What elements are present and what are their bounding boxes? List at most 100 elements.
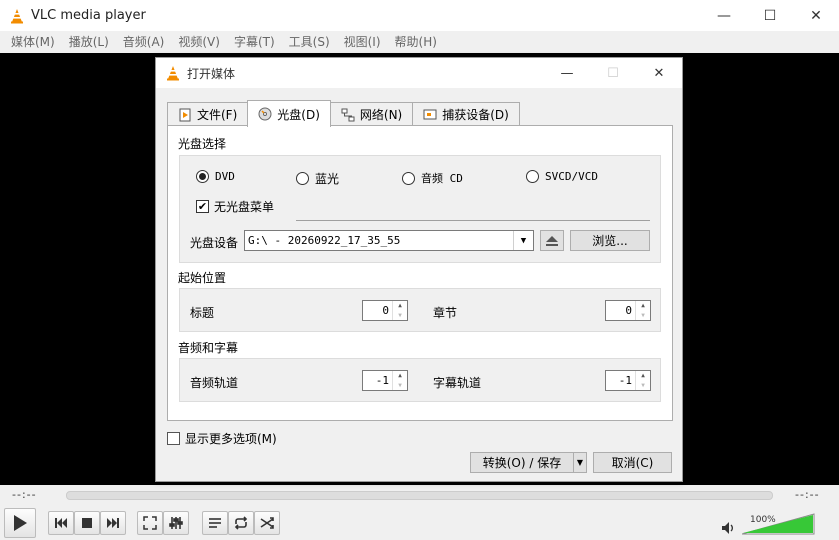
radio-audio-cd[interactable]: 音频 CD <box>402 170 463 186</box>
start-position-group: 标题 0 ▲ ▼ 章节 0 ▲ ▼ <box>179 288 661 332</box>
elapsed-time[interactable]: --:-- <box>12 488 37 501</box>
show-more-options-checkbox[interactable]: 显示更多选项(M) <box>167 430 277 447</box>
control-row: 100% <box>0 506 839 540</box>
audio-track-spinbox[interactable]: -1 ▲ ▼ <box>362 370 408 391</box>
separator <box>296 220 650 221</box>
subtitle-track-label: 字幕轨道 <box>433 376 482 390</box>
dialog-maximize-button: ☐ <box>607 65 619 81</box>
convert-dropdown-button[interactable]: ▼ <box>573 452 587 473</box>
dialog-close-button[interactable]: ✕ <box>636 58 682 88</box>
dialog-minimize-button[interactable]: — <box>544 58 590 88</box>
audio-track-label: 音频轨道 <box>190 376 239 390</box>
seek-slider[interactable] <box>66 491 773 500</box>
tab-disc[interactable]: 光盘(D) <box>247 100 331 127</box>
disc-selection-label: 光盘选择 <box>178 137 227 151</box>
playlist-button[interactable] <box>202 511 228 535</box>
loop-icon <box>234 516 248 530</box>
spin-up-icon[interactable]: ▲ <box>636 371 650 381</box>
stop-button[interactable] <box>74 511 100 535</box>
previous-button[interactable] <box>48 511 74 535</box>
start-position-label: 起始位置 <box>178 271 227 285</box>
audio-subtitles-group: 音频轨道 -1 ▲ ▼ 字幕轨道 -1 ▲ ▼ <box>179 358 661 402</box>
menu-video[interactable]: 视频(V) <box>171 31 227 53</box>
minimize-button[interactable]: — <box>701 0 747 31</box>
checkmark-icon: ✔ <box>196 200 209 213</box>
play-icon <box>14 515 27 531</box>
spin-up-icon[interactable]: ▲ <box>393 301 407 311</box>
close-button[interactable]: ✕ <box>793 0 839 31</box>
radio-svcd-vcd[interactable]: SVCD/VCD <box>526 170 598 183</box>
main-titlebar: VLC media player — ☐ ✕ <box>0 0 839 31</box>
next-button[interactable] <box>100 511 126 535</box>
fullscreen-button[interactable] <box>137 511 163 535</box>
disc-device-combo[interactable]: G:\ - 20260922_17_35_55 ▼ <box>244 230 534 251</box>
radio-dvd[interactable]: DVD <box>196 170 235 183</box>
title-value: 0 <box>382 304 389 317</box>
tab-network-label: 网络(N) <box>359 108 403 122</box>
tab-file[interactable]: 文件(F) <box>167 102 249 126</box>
chevron-down-icon: ▼ <box>576 458 584 467</box>
eject-button[interactable] <box>540 230 564 251</box>
equalizer-icon <box>169 517 183 529</box>
open-media-dialog: 打开媒体 — ☐ ✕ 文件(F) 光盘(D) 网络(N) 捕获设备(D) 光盘选… <box>155 57 683 482</box>
disc-tab-panel: 光盘选择 DVD 蓝光 音频 CD SVCD/VCD ✔ 无光盘菜单 光盘设备 … <box>167 125 673 421</box>
remaining-time[interactable]: --:-- <box>795 488 820 501</box>
disc-selection-group: DVD 蓝光 音频 CD SVCD/VCD ✔ 无光盘菜单 光盘设备 G:\ -… <box>179 155 661 263</box>
audio-track-value: -1 <box>375 374 389 387</box>
menu-subtitle[interactable]: 字幕(T) <box>227 31 282 53</box>
menu-media[interactable]: 媒体(M) <box>4 31 62 53</box>
disc-icon <box>258 107 272 121</box>
spin-down-icon: ▼ <box>398 311 402 319</box>
menu-playback[interactable]: 播放(L) <box>62 31 116 53</box>
previous-icon <box>55 518 67 528</box>
chevron-down-icon[interactable]: ▼ <box>513 231 533 250</box>
next-icon <box>107 518 119 528</box>
audio-subtitles-label: 音频和字幕 <box>178 341 239 355</box>
vlc-cone-icon <box>11 8 23 23</box>
volume-slider[interactable] <box>742 513 816 535</box>
tab-capture-device-label: 捕获设备(D) <box>442 108 509 122</box>
menu-tools[interactable]: 工具(S) <box>282 31 337 53</box>
window-title: VLC media player <box>31 8 146 23</box>
fullscreen-icon <box>143 516 157 530</box>
speaker-icon[interactable] <box>720 520 736 536</box>
file-icon <box>179 108 191 121</box>
chapter-spinbox[interactable]: 0 ▲ ▼ <box>605 300 651 321</box>
no-disc-menu-checkbox[interactable]: ✔ 无光盘菜单 <box>196 198 274 215</box>
network-icon <box>341 108 355 121</box>
convert-save-button[interactable]: 转换(O) / 保存 <box>470 452 574 473</box>
radio-audio-cd-label: 音频 CD <box>421 172 463 185</box>
radio-dvd-label: DVD <box>215 170 235 183</box>
title-spinbox[interactable]: 0 ▲ ▼ <box>362 300 408 321</box>
title-label: 标题 <box>190 306 215 320</box>
menu-help[interactable]: 帮助(H) <box>388 31 444 53</box>
spin-up-icon[interactable]: ▲ <box>393 371 407 381</box>
disc-device-label: 光盘设备 <box>190 236 239 250</box>
shuffle-icon <box>260 517 274 529</box>
show-more-options-label: 显示更多选项(M) <box>185 432 277 446</box>
stop-icon <box>82 518 92 528</box>
disc-device-value: G:\ - 20260922_17_35_55 <box>248 234 401 247</box>
dialog-title: 打开媒体 <box>187 66 236 81</box>
tab-network[interactable]: 网络(N) <box>329 102 414 126</box>
browse-button[interactable]: 浏览... <box>570 230 650 251</box>
tab-disc-label: 光盘(D) <box>277 107 320 122</box>
subtitle-track-value: -1 <box>618 374 632 387</box>
dialog-tabs: 文件(F) 光盘(D) 网络(N) 捕获设备(D) <box>167 100 520 127</box>
cancel-button[interactable]: 取消(C) <box>593 452 672 473</box>
shuffle-button[interactable] <box>254 511 280 535</box>
menu-view[interactable]: 视图(I) <box>337 31 388 53</box>
radio-bluray-label: 蓝光 <box>315 172 340 186</box>
menu-audio[interactable]: 音频(A) <box>116 31 172 53</box>
loop-button[interactable] <box>228 511 254 535</box>
tab-capture-device[interactable]: 捕获设备(D) <box>412 102 520 126</box>
spin-up-icon[interactable]: ▲ <box>636 301 650 311</box>
menubar: 媒体(M) 播放(L) 音频(A) 视频(V) 字幕(T) 工具(S) 视图(I… <box>0 31 839 53</box>
radio-bluray[interactable]: 蓝光 <box>296 170 339 187</box>
play-button[interactable] <box>4 508 36 538</box>
extended-settings-button[interactable] <box>163 511 189 535</box>
radio-svcd-vcd-label: SVCD/VCD <box>545 170 598 183</box>
subtitle-track-spinbox[interactable]: -1 ▲ ▼ <box>605 370 651 391</box>
maximize-button[interactable]: ☐ <box>747 0 793 31</box>
seek-row: --:-- --:-- <box>0 485 839 506</box>
